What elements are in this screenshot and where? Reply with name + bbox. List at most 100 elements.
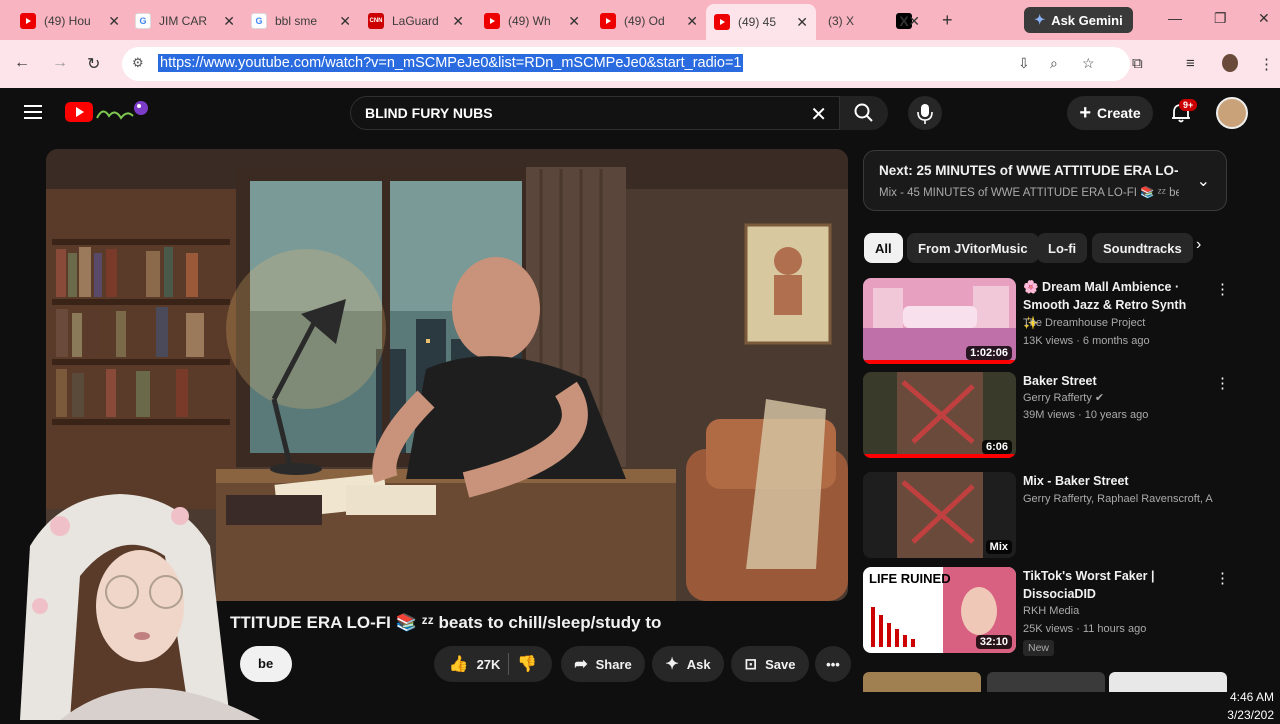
ask-button[interactable]: ✦ Ask — [652, 646, 724, 682]
browser-tab[interactable]: G bbl sme ✕ — [251, 6, 351, 36]
browser-tab[interactable]: (49) Hou ✕ — [20, 6, 120, 36]
recommendation-item[interactable]: 6:06 Baker Street Gerry Rafferty ✔ 39M v… — [863, 372, 1230, 462]
taskbar-clock[interactable]: 4:46 AM 3/23/202 — [1227, 688, 1274, 724]
more-vertical-icon[interactable]: ⋮ — [1215, 280, 1230, 298]
close-tab-icon[interactable]: ✕ — [908, 13, 920, 30]
recommendation-title[interactable]: Baker Street — [1023, 372, 1203, 390]
cnn-icon: CNN — [368, 13, 384, 29]
video-thumbnail[interactable]: Mix — [863, 472, 1016, 558]
search-input[interactable]: BLIND FURY NUBS ✕ — [350, 96, 840, 130]
notification-badge: 9+ — [1179, 99, 1198, 111]
chip-from-channel[interactable]: From JVitorMusic — [907, 233, 1039, 263]
profile-icon[interactable] — [1222, 54, 1238, 72]
chip-soundtracks[interactable]: Soundtracks — [1092, 233, 1193, 263]
share-icon: ➦ — [574, 656, 588, 673]
microphone-icon — [917, 104, 933, 124]
close-window-icon[interactable]: ✕ — [1258, 10, 1270, 27]
voice-search-button[interactable] — [908, 96, 942, 130]
browser-tab[interactable]: X (3) X ✕ — [828, 6, 920, 36]
ask-gemini-button[interactable]: ✦ Ask Gemini — [1024, 7, 1133, 33]
extensions-icon[interactable]: ⧉ — [1132, 55, 1143, 72]
clear-search-icon[interactable]: ✕ — [810, 102, 827, 127]
up-next-panel[interactable]: Next: 25 MINUTES of WWE ATTITUDE ERA LO-… — [863, 150, 1227, 211]
browser-tab-active[interactable]: (49) 45 ✕ — [706, 4, 816, 40]
browser-tab[interactable]: (49) Od ✕ — [600, 6, 698, 36]
like-button[interactable]: 👍 27K — [449, 654, 501, 674]
more-actions-button[interactable]: ••• — [815, 646, 851, 682]
recommendation-item[interactable]: LIFE RUINED 32:10 TikTok's Worst Faker |… — [863, 567, 1230, 657]
channel-name[interactable]: Gerry Rafferty ✔ — [1023, 391, 1213, 404]
video-thumbnail[interactable] — [863, 672, 981, 692]
save-button[interactable]: ⊡ Save — [731, 646, 809, 682]
search-button[interactable] — [840, 96, 888, 130]
browser-tab[interactable]: G JIM CAR ✕ — [135, 6, 235, 36]
zoom-icon[interactable]: ⌕ — [1050, 55, 1058, 72]
divider — [508, 653, 510, 675]
browser-toolbar: ← → ↻ ⚙ https://www.youtube.com/watch?v=… — [0, 40, 1280, 88]
video-meta: 13K views · 6 months ago — [1023, 335, 1150, 347]
menu-hamburger-icon[interactable] — [24, 105, 42, 119]
mix-badge: Mix — [985, 540, 1012, 554]
bookmark-star-icon[interactable]: ☆ — [1082, 55, 1095, 72]
google-icon: G — [135, 13, 151, 29]
video-thumbnail[interactable] — [1109, 672, 1227, 692]
google-icon: G — [251, 13, 267, 29]
browser-tab[interactable]: CNN LaGuard ✕ — [368, 6, 464, 36]
chip-all[interactable]: All — [864, 233, 903, 263]
video-thumbnail[interactable]: LIFE RUINED 32:10 — [863, 567, 1016, 653]
close-tab-icon[interactable]: ✕ — [223, 13, 235, 30]
media-control-icon[interactable]: ≡ — [1186, 55, 1195, 72]
create-button[interactable]: + Create — [1067, 96, 1153, 130]
browser-tab-bar: (49) Hou ✕ G JIM CAR ✕ G bbl sme ✕ CNN L… — [0, 0, 1280, 40]
duration-badge: 1:02:06 — [966, 346, 1012, 360]
close-tab-icon[interactable]: ✕ — [568, 13, 580, 30]
thumbs-down-icon[interactable]: 👎 — [517, 654, 537, 674]
site-info-icon[interactable]: ⚙ — [132, 55, 144, 71]
thumbnail-text: LIFE RUINED — [869, 571, 951, 586]
share-button[interactable]: ➦ Share — [561, 646, 645, 682]
url-text[interactable]: https://www.youtube.com/watch?v=n_mSCMPe… — [158, 54, 744, 72]
new-badge: New — [1023, 640, 1055, 656]
close-tab-icon[interactable]: ✕ — [452, 13, 464, 30]
new-tab-icon[interactable]: + — [942, 10, 953, 31]
youtube-icon — [600, 13, 616, 29]
channel-name[interactable]: RKH Media — [1023, 605, 1213, 617]
plus-icon: + — [1079, 101, 1092, 124]
thumbs-up-icon: 👍 — [448, 656, 469, 673]
browser-tab[interactable]: (49) Wh ✕ — [484, 6, 580, 36]
video-thumbnail[interactable]: 1:02:06 — [863, 278, 1016, 364]
recommendation-title[interactable]: Mix - Baker Street — [1023, 472, 1203, 490]
video-thumbnail[interactable] — [987, 672, 1105, 692]
webcam-overlay — [20, 494, 260, 720]
youtube-header: BLIND FURY NUBS ✕ + Create 9+ — [0, 88, 1280, 138]
duration-badge: 32:10 — [975, 635, 1012, 649]
chip-lofi[interactable]: Lo-fi — [1037, 233, 1088, 263]
youtube-icon — [714, 14, 730, 30]
youtube-logo[interactable] — [65, 102, 93, 122]
address-bar[interactable]: ⚙ https://www.youtube.com/watch?v=n_mSCM… — [122, 47, 1130, 81]
recommendation-title[interactable]: TikTok's Worst Faker | DissociaDID — [1023, 567, 1203, 603]
close-tab-icon[interactable]: ✕ — [796, 14, 808, 31]
chevron-right-icon[interactable]: › — [1196, 236, 1201, 254]
channel-name[interactable]: The Dreamhouse Project — [1023, 317, 1213, 329]
back-icon[interactable]: ← — [14, 54, 30, 72]
close-tab-icon[interactable]: ✕ — [686, 13, 698, 30]
more-vertical-icon[interactable]: ⋮ — [1215, 569, 1230, 587]
reload-icon[interactable]: ↻ — [87, 54, 100, 74]
duration-badge: 6:06 — [981, 440, 1012, 454]
forward-icon[interactable]: → — [52, 54, 68, 72]
avatar[interactable] — [1216, 97, 1248, 129]
channel-name[interactable]: Gerry Rafferty, Raphael Ravenscroft, Al … — [1023, 493, 1213, 505]
video-meta: 25K views · 11 hours ago — [1023, 623, 1147, 635]
close-tab-icon[interactable]: ✕ — [108, 13, 120, 30]
chevron-down-icon[interactable]: ⌄ — [1197, 171, 1210, 191]
recommendation-item[interactable]: 1:02:06 🌸 Dream Mall Ambience · Smooth J… — [863, 278, 1230, 368]
recommendation-item[interactable]: Mix Mix - Baker Street Gerry Rafferty, R… — [863, 472, 1223, 562]
video-thumbnail[interactable]: 6:06 — [863, 372, 1016, 458]
more-vertical-icon[interactable]: ⋮ — [1215, 374, 1230, 392]
close-tab-icon[interactable]: ✕ — [339, 13, 351, 30]
restore-icon[interactable]: ❐ — [1214, 10, 1227, 27]
minimize-icon[interactable]: — — [1168, 10, 1182, 26]
menu-kebab-icon[interactable]: ⋮ — [1259, 55, 1274, 73]
install-icon[interactable]: ⇩ — [1018, 55, 1030, 72]
